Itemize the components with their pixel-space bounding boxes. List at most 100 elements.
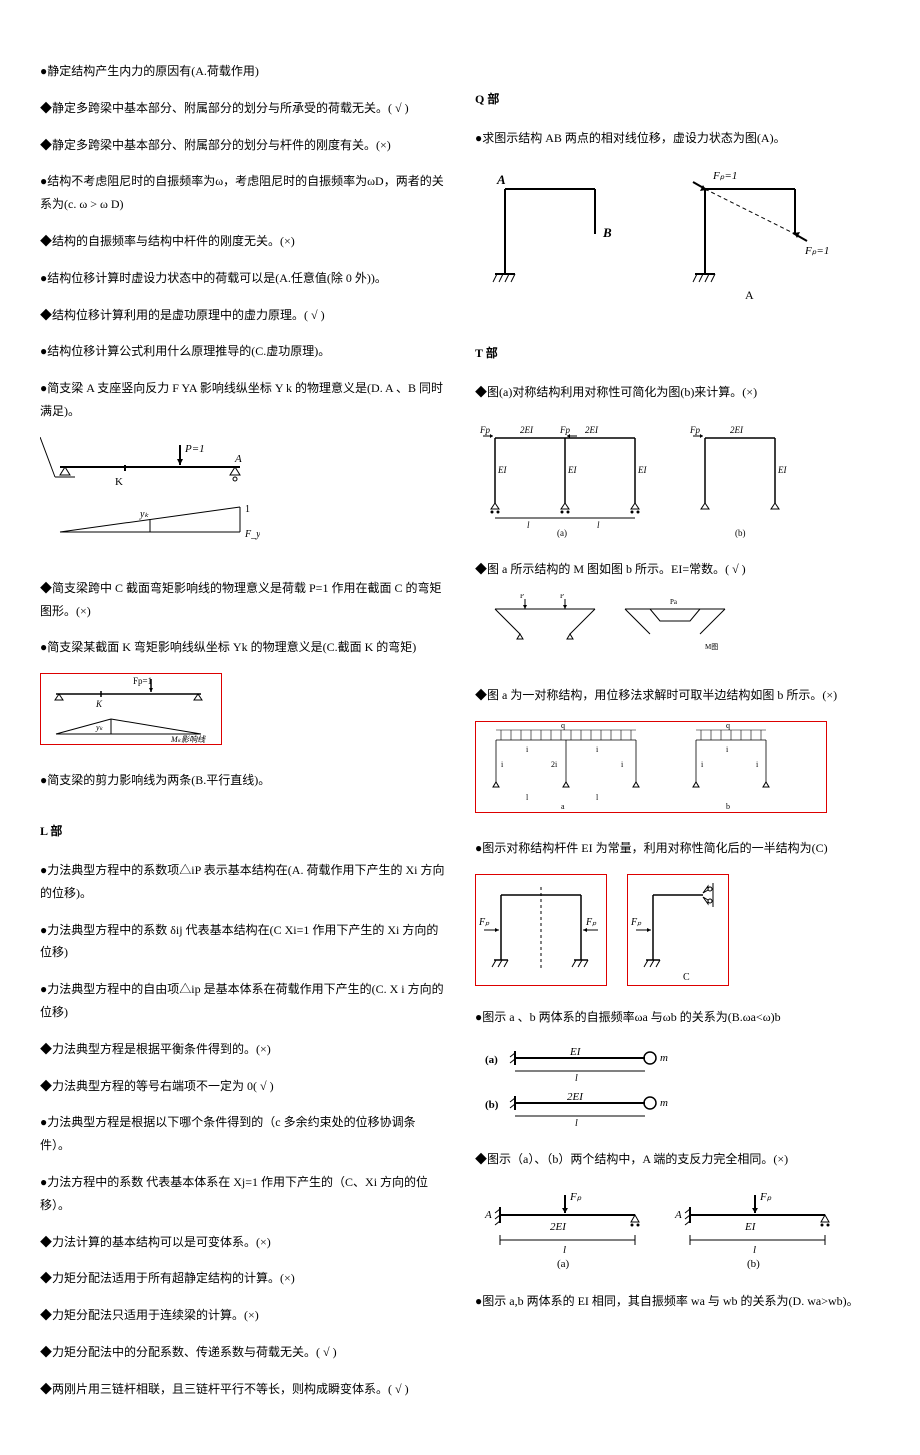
svg-text:(a): (a) — [557, 1258, 570, 1270]
svg-text:l: l — [596, 793, 599, 802]
text-item: ●力法典型方程中的自由项△ip 是基本体系在荷载作用下产生的(C. X i 方向… — [40, 978, 445, 1024]
text-item: ◆力矩分配法中的分配系数、传递系数与荷载无关。( √ ) — [40, 1341, 445, 1364]
text-item: ◆图 a 所示结构的 M 图如图 b 所示。EI=常数。( √ ) — [475, 558, 880, 581]
svg-text:Fp: Fp — [689, 425, 700, 435]
svg-text:(b): (b) — [735, 528, 746, 538]
svg-text:EI: EI — [569, 1046, 582, 1058]
svg-text:A: A — [745, 288, 754, 302]
text-item: ◆力矩分配法只适用于连续梁的计算。(×) — [40, 1304, 445, 1327]
svg-text:Fp=1: Fp=1 — [133, 676, 152, 686]
svg-text:Fp: Fp — [559, 425, 570, 435]
right-column: Q 部 ●求图示结构 AB 两点的相对线位移，虚设力状态为图(A)。 A B F — [475, 60, 880, 1415]
text-item: ◆力法计算的基本结构可以是可变体系。(×) — [40, 1231, 445, 1254]
svg-text:l: l — [575, 1118, 578, 1128]
section-header-Q: Q 部 — [475, 90, 880, 107]
svg-text:M图: M图 — [705, 643, 718, 651]
text-item: ◆图(a)对称结构利用对称性可简化为图(b)来计算。(×) — [475, 381, 880, 404]
text-item: ●力法典型方程中的系数项△iP 表示基本结构在(A. 荷载作用下产生的 Xi 方… — [40, 859, 445, 905]
diagram-two-beams-reaction: A Fₚ 2EI l (a) A Fₚ EI — [475, 1185, 880, 1270]
text-item: ●图示 a,b 两体系的 EI 相同，其自振频率 wa 与 wb 的关系为(D.… — [475, 1290, 880, 1313]
diagram-cantilever-mass: (a) m EI l (b) m 2EI l — [475, 1043, 880, 1128]
text-item: ◆力法典型方程是根据平衡条件得到的。(×) — [40, 1038, 445, 1061]
svg-text:EI: EI — [567, 465, 577, 475]
svg-text:Fₚ: Fₚ — [585, 917, 597, 928]
text-item: ●简支梁某截面 K 弯矩影响线纵坐标 Yk 的物理意义是(C.截面 K 的弯矩) — [40, 636, 445, 659]
svg-text:b: b — [726, 802, 730, 811]
svg-text:Fp: Fp — [479, 425, 490, 435]
svg-text:Fₚ: Fₚ — [630, 917, 642, 928]
svg-text:EI: EI — [777, 465, 787, 475]
svg-text:Mₖ影响线: Mₖ影响线 — [170, 735, 206, 744]
svg-text:(b): (b) — [485, 1099, 499, 1111]
text-item: ●力法方程中的系数 代表基本体系在 Xj=1 作用下产生的（C、Xi 方向的位移… — [40, 1171, 445, 1217]
text-item: ◆两刚片用三链杆相联，且三链杆平行不等长，则构成瞬变体系。( √ ) — [40, 1378, 445, 1401]
label-A: A — [234, 453, 242, 465]
svg-text:Fₚ: Fₚ — [569, 1191, 582, 1203]
text-item: ◆简支梁跨中 C 截面弯矩影响线的物理意义是荷载 P=1 作用在截面 C 的弯矩… — [40, 577, 445, 623]
text-item: ◆图示（a）、（b）两个结构中，A 端的支反力完全相同。(×) — [475, 1148, 880, 1171]
svg-text:B: B — [602, 225, 612, 240]
label-K: K — [115, 476, 123, 488]
svg-text:i: i — [726, 745, 729, 754]
svg-text:a: a — [561, 802, 565, 811]
label-one: 1 — [245, 504, 250, 515]
diagram-half-symmetric: Fₚ Fₚ Fₚ C — [475, 874, 880, 986]
diagram-frame-AB: A B Fₚ=1 Fₚ=1 A — [475, 164, 880, 314]
svg-text:i: i — [596, 745, 599, 754]
svg-text:l: l — [563, 1244, 566, 1256]
svg-text:A: A — [484, 1209, 492, 1221]
diagram-moment-influence-line: K Fp=1 yₖ Mₖ影响线 — [40, 673, 445, 749]
svg-text:l: l — [575, 1073, 578, 1084]
diagram-M-diagram: PP Pa M图 — [475, 594, 880, 664]
svg-text:l: l — [527, 520, 530, 530]
text-item: ◆静定多跨梁中基本部分、附属部分的划分与所承受的荷载无关。( √ ) — [40, 97, 445, 120]
svg-text:2EI: 2EI — [520, 425, 534, 435]
svg-text:l: l — [597, 520, 600, 530]
text-item: ●结构位移计算公式利用什么原理推导的(C.虚功原理)。 — [40, 340, 445, 363]
svg-text:2EI: 2EI — [567, 1091, 584, 1103]
left-column: ●静定结构产生内力的原因有(A.荷载作用) ◆静定多跨梁中基本部分、附属部分的划… — [40, 60, 445, 1415]
svg-text:Fₚ=1: Fₚ=1 — [712, 170, 737, 182]
diagram-beam-influence-line: K P=1 A yₖ 1 F_yA 影响线 — [40, 437, 445, 547]
svg-text:Fₚ: Fₚ — [759, 1191, 772, 1203]
text-item: ●图示对称结构杆件 EI 为常量，利用对称性简化后的一半结构为(C) — [475, 837, 880, 860]
svg-text:i: i — [756, 760, 759, 769]
svg-text:i: i — [526, 745, 529, 754]
diagram-half-structure: q i i i 2i i l l a — [475, 721, 880, 817]
text-item: ◆图 a 为一对称结构，用位移法求解时可取半边结构如图 b 所示。(×) — [475, 684, 880, 707]
text-item: ●简支梁的剪力影响线为两条(B.平行直线)。 — [40, 769, 445, 792]
svg-text:2EI: 2EI — [585, 425, 599, 435]
svg-text:m: m — [660, 1052, 668, 1064]
svg-text:2i: 2i — [551, 760, 558, 769]
text-item: ◆结构位移计算利用的是虚功原理中的虚力原理。( √ ) — [40, 304, 445, 327]
text-item: ●结构位移计算时虚设力状态中的荷载可以是(A.任意值(除 0 外))。 — [40, 267, 445, 290]
svg-text:P: P — [520, 594, 524, 600]
text-item: ◆静定多跨梁中基本部分、附属部分的划分与杆件的刚度有关。(×) — [40, 134, 445, 157]
text-item: ●静定结构产生内力的原因有(A.荷载作用) — [40, 60, 445, 83]
svg-text:Pa: Pa — [670, 598, 678, 606]
svg-text:i: i — [501, 760, 504, 769]
svg-text:EI: EI — [744, 1221, 757, 1233]
text-item: ●简支梁 A 支座竖向反力 F YA 影响线纵坐标 Y k 的物理意义是(D. … — [40, 377, 445, 423]
label-yk: yₖ — [139, 509, 149, 520]
text-item: ●力法典型方程是根据以下哪个条件得到的（c 多余约束处的位移协调条件）。 — [40, 1111, 445, 1157]
text-item: ●力法典型方程中的系数 δij 代表基本结构在(C Xi=1 作用下产生的 Xi… — [40, 919, 445, 965]
section-header-L: L 部 — [40, 822, 445, 839]
svg-text:A: A — [496, 172, 506, 187]
label-fya: F_yA 影响线 — [244, 528, 260, 540]
svg-text:(a): (a) — [485, 1054, 498, 1066]
svg-text:(b): (b) — [747, 1258, 760, 1270]
label-P1: P=1 — [184, 443, 205, 455]
text-item: ●求图示结构 AB 两点的相对线位移，虚设力状态为图(A)。 — [475, 127, 880, 150]
svg-text:C: C — [683, 972, 690, 983]
svg-text:i: i — [701, 760, 704, 769]
text-item: ●结构不考虑阻尼时的自振频率为ω，考虑阻尼时的自振频率为ωD，两者的关系为(c.… — [40, 170, 445, 216]
svg-text:Fₚ: Fₚ — [478, 917, 490, 928]
svg-text:2EI: 2EI — [730, 425, 744, 435]
svg-text:yₖ: yₖ — [95, 723, 104, 732]
svg-text:Fₚ=1: Fₚ=1 — [804, 245, 829, 257]
svg-text:i: i — [621, 760, 624, 769]
svg-text:q: q — [561, 722, 565, 730]
svg-text:EI: EI — [637, 465, 647, 475]
text-item: ◆结构的自振频率与结构中杆件的刚度无关。(×) — [40, 230, 445, 253]
